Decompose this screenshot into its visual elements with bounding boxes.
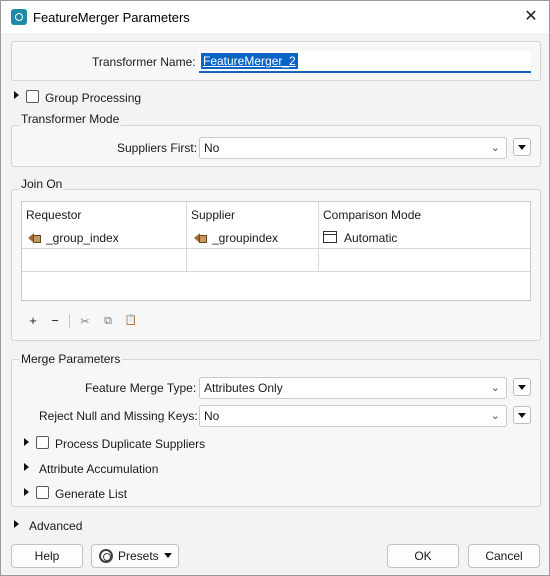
help-button[interactable]: Help [11, 544, 83, 568]
reject-null-select[interactable]: No ⌄ [199, 405, 507, 427]
app-icon [11, 9, 27, 25]
generate-list-checkbox[interactable] [36, 486, 49, 499]
join-on-table: Requestor Supplier Comparison Mode _grou… [21, 201, 531, 301]
reject-null-label: Reject Null and Missing Keys: [39, 409, 198, 423]
row-divider [22, 271, 530, 272]
ok-button[interactable]: OK [387, 544, 459, 568]
reject-null-value: No [204, 409, 220, 423]
cancel-button[interactable]: Cancel [468, 544, 540, 568]
feature-merge-type-menu-button[interactable] [513, 378, 531, 396]
chevron-down-icon: ⌄ [490, 382, 500, 394]
feature-merge-type-value: Attributes Only [204, 381, 283, 395]
process-duplicate-label: Process Duplicate Suppliers [55, 437, 206, 451]
suppliers-first-value: No [204, 141, 220, 155]
feature-merge-type-select[interactable]: Attributes Only ⌄ [199, 377, 507, 399]
requestor-cell[interactable]: _group_index [46, 231, 119, 245]
comparison-mode-cell[interactable]: Automatic [344, 231, 397, 245]
column-header-requestor[interactable]: Requestor [26, 208, 81, 222]
transformer-name-label: Transformer Name: [92, 55, 196, 69]
attribute-accumulation-expand-icon[interactable] [24, 463, 29, 471]
transformer-name-input[interactable]: FeatureMerger_2 [199, 51, 531, 73]
reject-null-menu-button[interactable] [513, 406, 531, 424]
comparison-mode-icon [323, 231, 337, 243]
title-bar: FeatureMerger Parameters ✕ [1, 1, 549, 33]
chevron-down-icon: ⌄ [490, 410, 500, 422]
suppliers-first-label: Suppliers First: [117, 141, 198, 155]
column-header-comparison-mode[interactable]: Comparison Mode [323, 208, 421, 222]
table-row[interactable]: _group_index _groupindex Automatic [22, 226, 530, 248]
chevron-down-icon: ⌄ [490, 142, 500, 154]
presets-dropdown-icon [164, 553, 172, 558]
featuremerger-dialog: FeatureMerger Parameters ✕ Transformer N… [0, 0, 550, 576]
cut-button[interactable]: ✂ [77, 315, 93, 328]
attribute-icon [28, 232, 41, 244]
group-processing-checkbox[interactable] [26, 90, 39, 103]
merge-parameters-heading: Merge Parameters [19, 352, 123, 366]
attribute-accumulation-label[interactable]: Attribute Accumulation [39, 462, 158, 476]
column-header-supplier[interactable]: Supplier [191, 208, 235, 222]
add-row-button[interactable]: + [25, 313, 41, 328]
process-duplicate-checkbox[interactable] [36, 436, 49, 449]
suppliers-first-select[interactable]: No ⌄ [199, 137, 507, 159]
generate-list-expand-icon[interactable] [24, 488, 29, 496]
presets-label: Presets [118, 549, 159, 563]
transformer-mode-heading: Transformer Mode [19, 112, 122, 126]
window-title: FeatureMerger Parameters [33, 10, 190, 25]
suppliers-first-menu-button[interactable] [513, 138, 531, 156]
close-icon[interactable]: ✕ [519, 5, 543, 29]
process-duplicate-expand-icon[interactable] [24, 438, 29, 446]
toolbar-separator [69, 314, 70, 328]
remove-row-button[interactable]: − [47, 313, 63, 328]
group-processing-label: Group Processing [45, 91, 142, 105]
feature-merge-type-label: Feature Merge Type: [85, 381, 197, 395]
advanced-expand-icon[interactable] [14, 520, 19, 528]
supplier-cell[interactable]: _groupindex [212, 231, 278, 245]
presets-button[interactable]: Presets [91, 544, 179, 568]
row-divider [22, 248, 530, 249]
presets-icon [99, 549, 113, 563]
copy-button[interactable]: ⧉ [100, 315, 116, 328]
transformer-name-value: FeatureMerger_2 [201, 53, 298, 69]
group-processing-expand-icon[interactable] [14, 91, 19, 99]
generate-list-label: Generate List [55, 487, 128, 501]
paste-button[interactable]: 📋 [123, 315, 139, 326]
attribute-icon [194, 232, 207, 244]
advanced-label[interactable]: Advanced [29, 519, 82, 533]
join-on-heading: Join On [19, 177, 65, 191]
